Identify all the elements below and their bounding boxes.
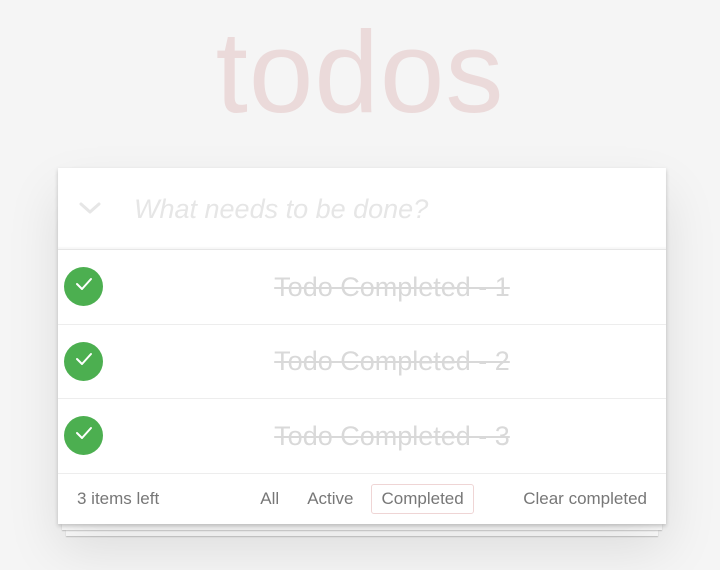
todo-footer: 3 items left All Active Completed Clear … (58, 474, 666, 524)
todo-list: Todo Completed - 1 Todo Completed - 2 To… (58, 250, 666, 474)
stack-shadow-layer-1 (62, 524, 662, 530)
todo-app-panel: Todo Completed - 1 Todo Completed - 2 (58, 168, 666, 524)
filter-all-link[interactable]: All (250, 484, 289, 514)
filter-completed-link[interactable]: Completed (371, 483, 474, 514)
filter-item-all: All (250, 484, 289, 514)
todo-complete-toggle[interactable] (64, 341, 103, 381)
stack-shadow-layer-2 (66, 530, 658, 536)
todo-header (58, 168, 666, 250)
checkmark-icon (74, 351, 94, 372)
todo-label[interactable]: Todo Completed - 2 (118, 325, 666, 399)
todo-complete-toggle[interactable] (64, 267, 103, 306)
items-left-count: 3 items left (77, 488, 160, 508)
new-todo-input[interactable] (118, 168, 658, 250)
app-title: todos (215, 7, 505, 137)
todo-item: Todo Completed - 2 (58, 325, 666, 399)
checkmark-icon (74, 425, 94, 446)
filter-active-link[interactable]: Active (297, 484, 363, 514)
filter-item-active: Active (297, 484, 363, 514)
toggle-all-button[interactable] (72, 192, 108, 228)
filter-item-completed: Completed (371, 483, 474, 514)
todo-item: Todo Completed - 3 (58, 399, 666, 474)
checkmark-icon (74, 276, 94, 297)
clear-completed-button[interactable]: Clear completed (523, 474, 647, 524)
todo-label[interactable]: Todo Completed - 1 (118, 250, 666, 324)
todo-label[interactable]: Todo Completed - 3 (118, 399, 666, 473)
todo-item: Todo Completed - 1 (58, 250, 666, 325)
todo-complete-toggle[interactable] (64, 416, 103, 455)
chevron-down-icon (77, 200, 103, 221)
